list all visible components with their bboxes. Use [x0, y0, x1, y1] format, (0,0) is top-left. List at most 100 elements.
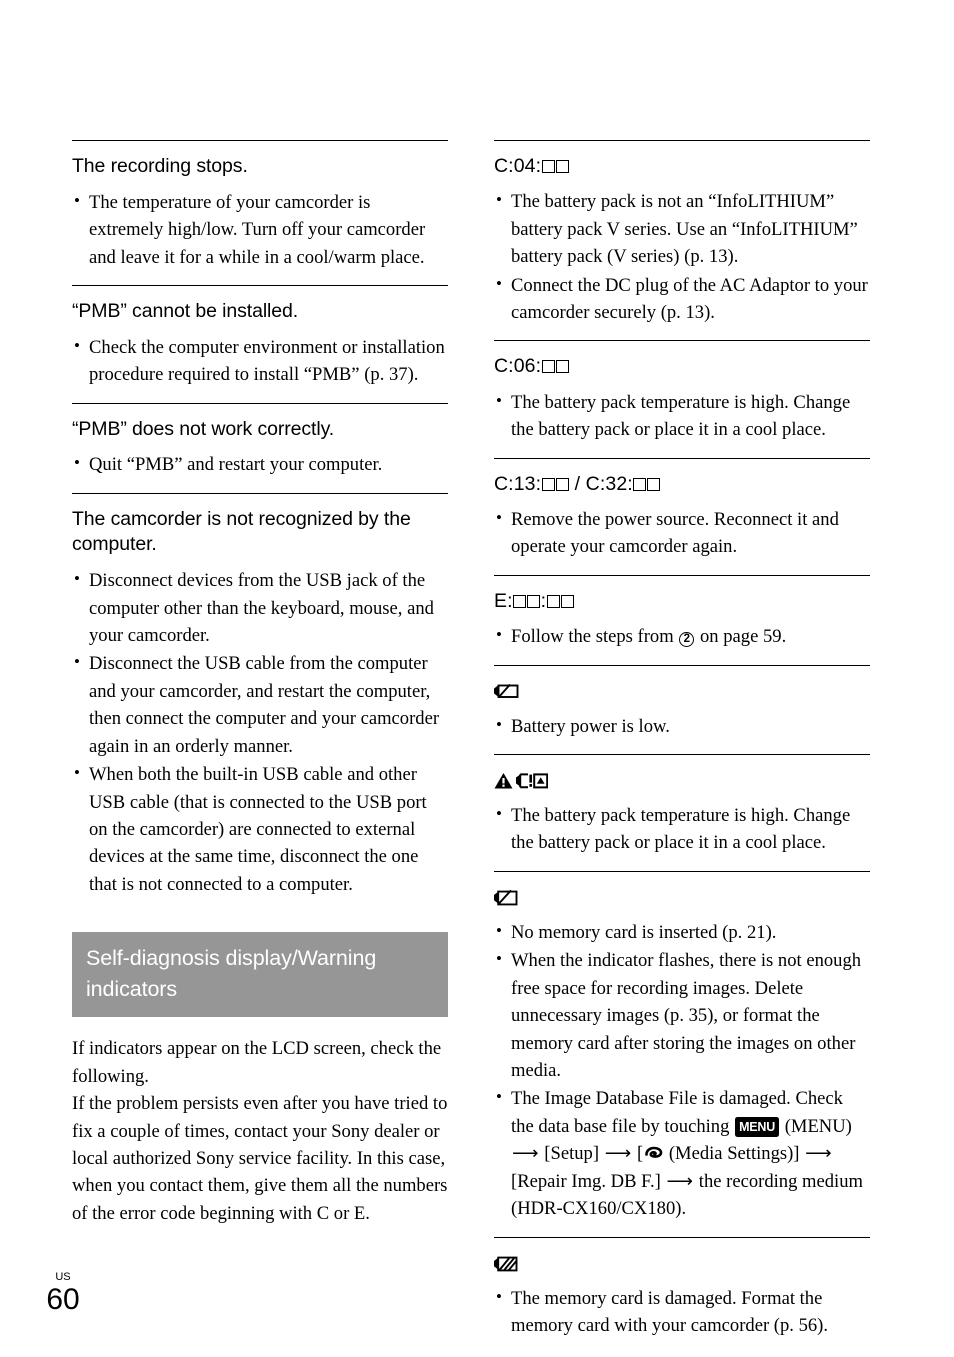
- bullet-list: Battery power is low.: [494, 712, 870, 740]
- error-code-prefix: C:04:: [494, 155, 542, 177]
- bullet-list: No memory card is inserted (p. 21). When…: [494, 918, 870, 1223]
- list-item: When the indicator flashes, there is not…: [494, 946, 870, 1084]
- placeholder-box-icon: [647, 477, 661, 491]
- error-code-heading-c04: C:04:: [494, 154, 870, 179]
- list-item: Follow the steps from 2 on page 59.: [494, 622, 870, 650]
- error-code-heading-c06: C:06:: [494, 354, 870, 379]
- bullet-list: The battery pack is not an “InfoLITHIUM”…: [494, 187, 870, 327]
- arrow-right-icon: ⟶: [805, 1143, 832, 1165]
- placeholder-box-icon: [513, 594, 527, 608]
- media-settings-label: (Media Settings)]: [664, 1143, 805, 1165]
- list-item: Battery power is low.: [494, 712, 870, 740]
- low-battery-icon-heading: [494, 679, 870, 705]
- arrow-right-icon: ⟶: [666, 1170, 694, 1192]
- error-code-heading-e: E::: [494, 589, 870, 614]
- section-heading-pmb-cannot-install: “PMB” cannot be installed.: [72, 300, 299, 322]
- bullet-list: Follow the steps from 2 on page 59.: [494, 622, 870, 650]
- list-item: The battery pack is not an “InfoLITHIUM”…: [494, 187, 870, 270]
- error-code-prefix-a: C:13:: [494, 472, 542, 495]
- bullet-list: Check the computer environment or instal…: [72, 333, 448, 389]
- list-item: Disconnect devices from the USB jack of …: [72, 566, 448, 649]
- intro-paragraph-2: If the problem persists even after you h…: [72, 1093, 448, 1224]
- section-divider: [494, 664, 870, 666]
- error-code-prefix: C:06:: [494, 355, 542, 378]
- section-divider: [494, 1236, 870, 1238]
- warning-triangle-icon: [494, 773, 513, 789]
- db-bullet-text-4: [: [632, 1143, 644, 1165]
- bullet-list: Quit “PMB” and restart your computer.: [72, 450, 448, 478]
- no-memory-card-icon-heading: [494, 885, 870, 911]
- error-code-heading-c13-c32: C:13: / C:32:: [494, 472, 870, 497]
- bullet-list: The battery pack temperature is high. Ch…: [494, 388, 870, 444]
- list-item: Quit “PMB” and restart your computer.: [72, 450, 448, 478]
- damaged-memory-card-icon: [494, 1256, 518, 1271]
- list-item: Connect the DC plug of the AC Adaptor to…: [494, 271, 870, 327]
- section-divider: [494, 870, 870, 872]
- placeholder-box-icon: [546, 594, 560, 608]
- db-bullet-text-3: [Setup]: [539, 1143, 604, 1165]
- list-item: The temperature of your camcorder is ext…: [72, 188, 448, 271]
- error-code-prefix-b: C:32:: [585, 472, 633, 495]
- left-column: The recording stops. The temperature of …: [72, 140, 448, 1227]
- error-code-separator: /: [569, 472, 586, 495]
- self-diagnosis-banner: Self-diagnosis display/Warning indicator…: [72, 932, 448, 1018]
- list-item: Remove the power source. Reconnect it an…: [494, 505, 870, 561]
- list-item: Check the computer environment or instal…: [72, 333, 448, 389]
- bullet-text-suffix: on page 59.: [695, 626, 787, 648]
- bullet-list: The battery pack temperature is high. Ch…: [494, 801, 870, 857]
- list-item: No memory card is inserted (p. 21).: [494, 918, 870, 946]
- error-code-prefix: E:: [494, 589, 513, 612]
- low-battery-icon: [494, 683, 519, 699]
- bullet-list: The temperature of your camcorder is ext…: [72, 188, 448, 271]
- section-divider: [72, 140, 448, 141]
- list-item: The battery pack temperature is high. Ch…: [494, 801, 870, 857]
- bullet-list: Remove the power source. Reconnect it an…: [494, 505, 870, 561]
- bullet-list: Disconnect devices from the USB jack of …: [72, 566, 448, 898]
- db-bullet-text-5: [Repair Img. DB F.]: [511, 1170, 666, 1192]
- section-divider: [494, 754, 870, 756]
- section-divider: [494, 574, 870, 576]
- page-folio: US 60: [40, 1272, 86, 1315]
- error-code-middle: :: [540, 589, 547, 612]
- list-item: When both the built-in USB cable and oth…: [72, 760, 448, 898]
- arrow-right-icon: ⟶: [604, 1143, 632, 1165]
- banner-title: Self-diagnosis display/Warning indicator…: [86, 946, 377, 1001]
- section-divider: [72, 492, 448, 494]
- page-number: 60: [46, 1283, 80, 1316]
- damaged-memory-card-icon-heading: [494, 1251, 870, 1277]
- placeholder-box-icon: [527, 594, 541, 608]
- overheat-warning-icons-heading: [494, 768, 870, 794]
- folio-locale: US: [55, 1271, 71, 1283]
- list-item: Disconnect the USB cable from the comput…: [72, 649, 448, 760]
- placeholder-box-icon: [541, 160, 555, 173]
- placeholder-box-icon: [555, 160, 569, 173]
- section-divider: [494, 140, 870, 141]
- battery-overheat-icon: [516, 773, 548, 789]
- placeholder-box-icon: [541, 360, 555, 374]
- placeholder-box-icon: [560, 594, 574, 608]
- intro-paragraph-1: If indicators appear on the LCD screen, …: [72, 1038, 442, 1087]
- right-column: C:04: The battery pack is not an “InfoLI…: [494, 140, 870, 1353]
- bullet-text-prefix: Follow the steps from: [511, 626, 679, 648]
- arrow-right-icon: ⟶: [512, 1143, 539, 1165]
- placeholder-box-icon: [555, 477, 569, 491]
- section-heading-camcorder-not-recognized: The camcorder is not recognized by the c…: [72, 507, 411, 556]
- list-item: The battery pack temperature is high. Ch…: [494, 388, 870, 444]
- section-divider: [72, 402, 448, 404]
- section-heading-pmb-not-working: “PMB” does not work correctly.: [72, 417, 335, 440]
- db-bullet-text-2: (MENU): [780, 1115, 852, 1137]
- bullet-list: The memory card is damaged. Format the m…: [494, 1284, 870, 1340]
- manual-page: The recording stops. The temperature of …: [0, 0, 954, 1357]
- placeholder-box-icon: [541, 477, 555, 491]
- section-divider: [494, 340, 870, 342]
- list-item-image-db: The Image Database File is damaged. Chec…: [494, 1084, 870, 1222]
- section-divider: [72, 285, 448, 286]
- menu-badge-icon[interactable]: MENU: [735, 1117, 780, 1137]
- media-settings-icon: [645, 1146, 663, 1159]
- section-heading-recording-stops: The recording stops.: [72, 155, 248, 177]
- placeholder-box-icon: [555, 360, 569, 374]
- list-item: The memory card is damaged. Format the m…: [494, 1284, 870, 1340]
- circled-number-icon: 2: [679, 632, 695, 648]
- section-divider: [494, 457, 870, 459]
- placeholder-box-icon: [633, 477, 647, 491]
